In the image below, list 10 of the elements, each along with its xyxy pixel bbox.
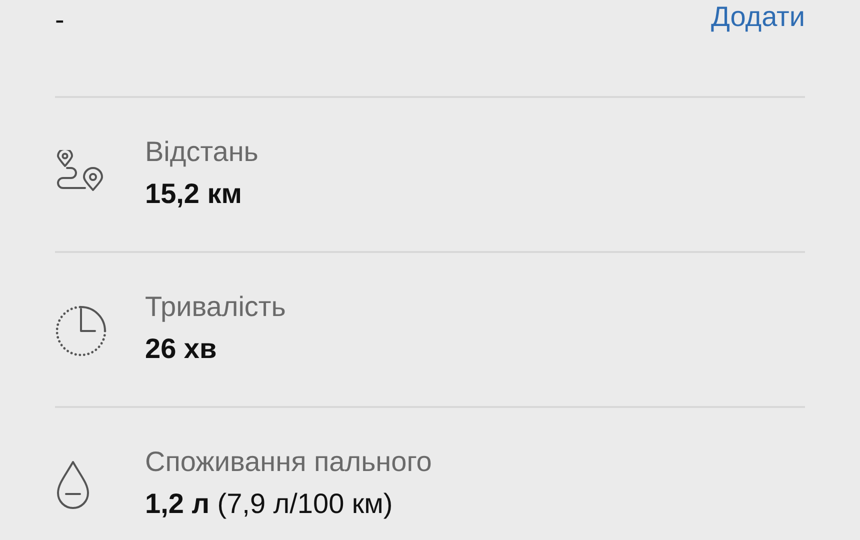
stat-label: Тривалість — [145, 291, 286, 323]
stat-value: 15,2 км — [145, 178, 244, 210]
drop-icon — [55, 460, 91, 510]
stat-value: 26 хв — [145, 333, 218, 365]
add-link[interactable]: Додати — [711, 0, 805, 34]
stat-label: Споживання пального — [145, 446, 432, 478]
clock-icon — [55, 305, 107, 357]
stat-value: 1,2 л (7,9 л/100 км) — [145, 488, 394, 520]
stat-label: Відстань — [145, 136, 258, 168]
empty-value: - — [55, 4, 64, 36]
